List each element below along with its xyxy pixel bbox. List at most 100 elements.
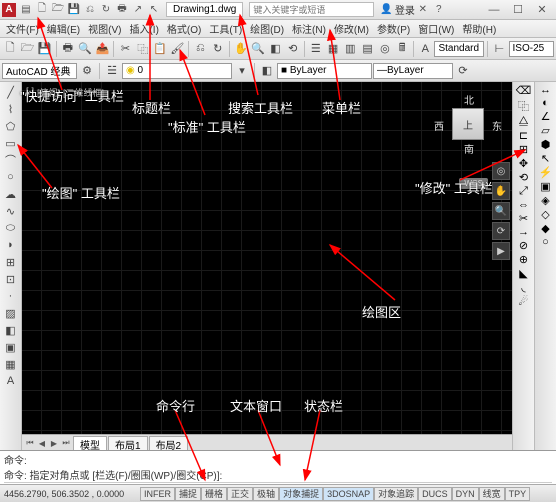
- arc-icon[interactable]: ⌒: [2, 152, 20, 168]
- join-icon[interactable]: ⊕: [519, 253, 528, 266]
- paste-icon[interactable]: 📋: [152, 40, 168, 58]
- selectall-icon[interactable]: ▣: [540, 180, 550, 193]
- maximize-button[interactable]: ☐: [506, 1, 530, 19]
- rectangle-icon[interactable]: ▭: [2, 135, 20, 151]
- radius-icon[interactable]: ◐: [542, 97, 549, 109]
- spline-icon[interactable]: ∿: [2, 203, 20, 219]
- close-button[interactable]: ✕: [530, 1, 554, 19]
- trim-icon[interactable]: ✂: [519, 212, 528, 225]
- viewcube-south[interactable]: 南: [464, 141, 474, 156]
- menu-tools[interactable]: 工具(T): [205, 21, 246, 36]
- chamfer-icon[interactable]: ◣: [519, 267, 527, 280]
- region-icon[interactable]: ▣: [2, 339, 20, 355]
- status-snap[interactable]: 捕捉: [175, 487, 201, 501]
- mirror-icon[interactable]: ⧋: [519, 115, 529, 128]
- status-dyn[interactable]: DYN: [452, 487, 479, 501]
- menu-view[interactable]: 视图(V): [84, 21, 125, 36]
- gradient-icon[interactable]: ◧: [2, 322, 20, 338]
- new-icon[interactable]: 🗋: [35, 3, 49, 17]
- pan-icon[interactable]: ✋: [233, 40, 249, 58]
- menu-format[interactable]: 格式(O): [163, 21, 205, 36]
- new-file-icon[interactable]: 🗋: [2, 40, 18, 58]
- tab-next-icon[interactable]: ▶: [48, 436, 60, 450]
- publish-icon[interactable]: 📤: [94, 40, 110, 58]
- status-polar[interactable]: 极轴: [253, 487, 279, 501]
- designcenter-icon[interactable]: ▦: [325, 40, 341, 58]
- showmotion-icon[interactable]: ▶: [492, 242, 510, 260]
- tab-first-icon[interactable]: ⏮: [24, 436, 36, 450]
- status-ducs[interactable]: DUCS: [418, 487, 452, 501]
- hatch-icon[interactable]: ▨: [2, 305, 20, 321]
- extend-icon[interactable]: →: [518, 226, 529, 238]
- menu-help[interactable]: 帮助(H): [458, 21, 500, 36]
- area-icon[interactable]: ▱: [541, 124, 549, 137]
- polygon-icon[interactable]: ⬠: [2, 118, 20, 134]
- color-icon[interactable]: ◧: [258, 62, 276, 80]
- status-ortho[interactable]: 正交: [227, 487, 253, 501]
- redo-icon[interactable]: ↻: [99, 3, 113, 17]
- quickselect-icon[interactable]: ⚡: [539, 166, 553, 179]
- open-icon[interactable]: 🗁: [51, 3, 65, 17]
- stretch-icon[interactable]: ⇔: [518, 199, 529, 211]
- wcs-badge[interactable]: WCS: [459, 178, 488, 189]
- line-icon[interactable]: ╱: [2, 84, 20, 100]
- distance-icon[interactable]: ↔: [540, 84, 551, 96]
- viewcube-east[interactable]: 东: [492, 118, 502, 133]
- copy2-icon[interactable]: ⿻: [518, 98, 529, 114]
- print-icon[interactable]: 🖶: [115, 3, 129, 17]
- select-icon[interactable]: ↖: [541, 152, 550, 165]
- copy-icon[interactable]: ⿻: [135, 40, 151, 58]
- insert-icon[interactable]: ⊞: [2, 254, 20, 270]
- scale-icon[interactable]: ⤢: [519, 185, 528, 198]
- status-lwt[interactable]: 线宽: [479, 487, 505, 501]
- linetype-combo[interactable]: ■ ByLayer: [277, 63, 372, 79]
- zoom-icon[interactable]: 🔍: [250, 40, 266, 58]
- infocenter-search[interactable]: [249, 2, 374, 17]
- array-icon[interactable]: ⊞: [519, 143, 528, 156]
- zoom2-icon[interactable]: 🔍: [492, 202, 510, 220]
- undo2-icon[interactable]: ⎌: [192, 40, 208, 58]
- circle-icon[interactable]: ○: [2, 169, 20, 185]
- match-icon[interactable]: 🖌: [169, 40, 185, 58]
- sheetset-icon[interactable]: ▤: [360, 40, 376, 58]
- viewcube-face[interactable]: 上: [452, 108, 484, 140]
- tab-model[interactable]: 模型: [73, 436, 107, 450]
- plot-icon[interactable]: 🖶: [60, 40, 76, 58]
- tab-layout1[interactable]: 布局1: [108, 436, 148, 450]
- workspace-gear-icon[interactable]: ⚙: [78, 62, 96, 80]
- volume-icon[interactable]: ⬢: [541, 138, 551, 151]
- status-infer[interactable]: INFER: [140, 487, 175, 501]
- arrow-icon[interactable]: ↗: [131, 3, 145, 17]
- fillet-icon[interactable]: ◟: [521, 281, 525, 294]
- point-icon[interactable]: ·: [2, 288, 20, 304]
- angle-icon[interactable]: ∠: [541, 110, 551, 123]
- layerstate-icon[interactable]: ▾: [233, 62, 251, 80]
- coordinates-display[interactable]: 4456.2790, 506.3502 , 0.0000: [0, 489, 140, 499]
- tab-layout2[interactable]: 布局2: [149, 436, 189, 450]
- menu-dimension[interactable]: 标注(N): [288, 21, 330, 36]
- login-button[interactable]: 👤 登录: [380, 2, 414, 17]
- workspace-combo[interactable]: AutoCAD 经典: [2, 63, 77, 79]
- undo-icon[interactable]: ⎌: [83, 3, 97, 17]
- exchange-icon[interactable]: ✕: [416, 3, 430, 17]
- erase-icon[interactable]: ⌫: [516, 84, 532, 97]
- textstyle-combo[interactable]: Standard: [434, 41, 484, 57]
- status-3dosnap[interactable]: 3DOSNAP: [323, 487, 374, 501]
- zoomwin-icon[interactable]: ◧: [267, 40, 283, 58]
- zoomprev-icon[interactable]: ⟲: [285, 40, 301, 58]
- block-icon[interactable]: ⊡: [2, 271, 20, 287]
- menu-parametric[interactable]: 参数(P): [373, 21, 414, 36]
- etc4-icon[interactable]: ○: [542, 236, 549, 248]
- open-file-icon[interactable]: 🗁: [19, 40, 35, 58]
- explode-icon[interactable]: ☄: [519, 295, 529, 308]
- orbit-icon[interactable]: ⟳: [492, 222, 510, 240]
- cut-icon[interactable]: ✂: [117, 40, 133, 58]
- save-file-icon[interactable]: 💾: [37, 40, 53, 58]
- viewport-controls[interactable]: [-][俯视][二维线框]: [26, 86, 104, 99]
- status-osnap[interactable]: 对象捕捉: [279, 487, 323, 501]
- lineweight-combo[interactable]: — ByLayer: [373, 63, 453, 79]
- steering-icon[interactable]: ◎: [492, 162, 510, 180]
- mtext-icon[interactable]: A: [2, 373, 20, 389]
- properties-icon[interactable]: ☰: [308, 40, 324, 58]
- tab-last-icon[interactable]: ⏭: [60, 436, 72, 450]
